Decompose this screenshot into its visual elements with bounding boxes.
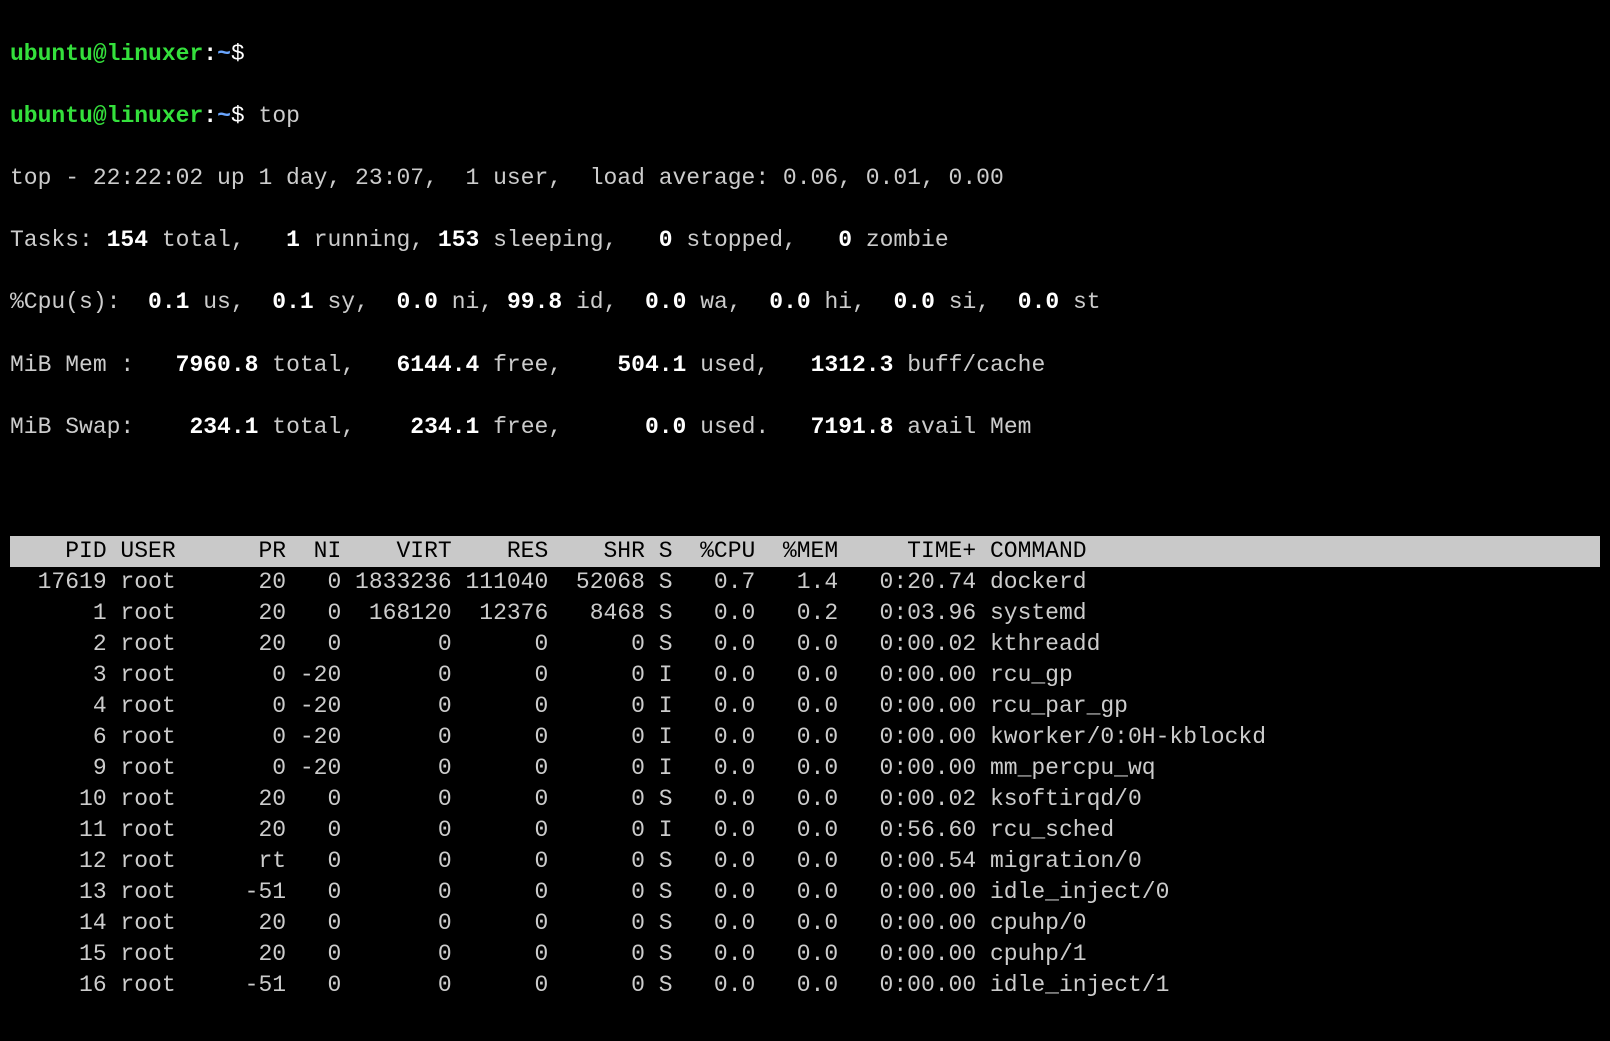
terminal[interactable]: ubuntu@linuxer:~$ ubuntu@linuxer:~$ top … [0,0,1610,1041]
cpu-ni: 0.0 [369,289,452,315]
top-mem-line: MiB Mem : 7960.8 total, 6144.4 free, 504… [10,350,1600,381]
tasks-total-label: total, [162,227,245,253]
swap-used-label: used. [700,414,769,440]
tasks-stopped-label: stopped, [686,227,796,253]
process-row[interactable]: 6 root 0 -20 0 0 0 I 0.0 0.0 0:00.00 kwo… [10,722,1600,753]
prompt-at: @ [93,41,107,67]
process-row[interactable]: 1 root 20 0 168120 12376 8468 S 0.0 0.2 … [10,598,1600,629]
mem-used: 504.1 [562,352,700,378]
process-row[interactable]: 4 root 0 -20 0 0 0 I 0.0 0.0 0:00.00 rcu… [10,691,1600,722]
swap-free: 234.1 [355,414,493,440]
prompt-dollar: $ [231,103,245,129]
cpu-st-label: st [1073,289,1101,315]
tasks-stopped: 0 [617,227,686,253]
mem-total-label: total, [272,352,355,378]
cpu-label: %Cpu(s): [10,289,120,315]
process-row[interactable]: 11 root 20 0 0 0 0 I 0.0 0.0 0:56.60 rcu… [10,815,1600,846]
process-row[interactable]: 12 root rt 0 0 0 0 S 0.0 0.0 0:00.54 mig… [10,846,1600,877]
swap-total-label: total, [272,414,355,440]
tasks-sleeping-label: sleeping, [493,227,617,253]
cpu-hi: 0.0 [742,289,825,315]
cpu-si-label: si, [949,289,990,315]
top-tasks-line: Tasks: 154 total, 1 running, 153 sleepin… [10,225,1600,256]
swap-used: 0.0 [562,414,700,440]
swap-avail-label: avail Mem [907,414,1031,440]
tasks-sleeping: 153 [424,227,493,253]
mem-used-label: used, [700,352,769,378]
process-row[interactable]: 17619 root 20 0 1833236 111040 52068 S 0… [10,567,1600,598]
swap-label: MiB Swap: [10,414,134,440]
prompt-user: ubuntu [10,41,93,67]
prompt-at: @ [93,103,107,129]
cpu-wa-label: wa, [700,289,741,315]
cpu-hi-label: hi, [825,289,866,315]
mem-buff: 1312.3 [769,352,907,378]
top-summary-line-1: top - 22:22:02 up 1 day, 23:07, 1 user, … [10,163,1600,194]
cpu-ni-label: ni, [452,289,493,315]
process-row[interactable]: 13 root -51 0 0 0 0 S 0.0 0.0 0:00.00 id… [10,877,1600,908]
prompt-path: ~ [217,103,231,129]
prompt-colon: : [203,103,217,129]
prompt-host: linuxer [107,103,204,129]
swap-total: 234.1 [134,414,272,440]
process-list[interactable]: 17619 root 20 0 1833236 111040 52068 S 0… [10,567,1600,1002]
mem-total: 7960.8 [134,352,272,378]
prompt-host: linuxer [107,41,204,67]
cpu-si: 0.0 [866,289,949,315]
mem-free: 6144.4 [355,352,493,378]
prompt-path: ~ [217,41,231,67]
top-column-header[interactable]: PID USER PR NI VIRT RES SHR S %CPU %MEM … [10,536,1600,567]
top-swap-line: MiB Swap: 234.1 total, 234.1 free, 0.0 u… [10,412,1600,443]
swap-avail: 7191.8 [769,414,907,440]
prompt-user: ubuntu [10,103,93,129]
cpu-st: 0.0 [990,289,1073,315]
process-row[interactable]: 9 root 0 -20 0 0 0 I 0.0 0.0 0:00.00 mm_… [10,753,1600,784]
process-row[interactable]: 10 root 20 0 0 0 0 S 0.0 0.0 0:00.02 kso… [10,784,1600,815]
mem-label: MiB Mem : [10,352,134,378]
cpu-sy-label: sy, [328,289,369,315]
blank-line [10,474,1600,505]
tasks-running-label: running, [314,227,424,253]
prompt-line-2: ubuntu@linuxer:~$ top [10,101,1600,132]
cpu-id: 99.8 [493,289,576,315]
prompt-dollar: $ [231,41,245,67]
tasks-running: 1 [245,227,314,253]
tasks-zombie-label: zombie [866,227,949,253]
top-cpu-line: %Cpu(s): 0.1 us, 0.1 sy, 0.0 ni, 99.8 id… [10,287,1600,318]
prompt-colon: : [203,41,217,67]
cpu-sy: 0.1 [245,289,328,315]
tasks-zombie: 0 [797,227,866,253]
tasks-total: 154 [93,227,162,253]
process-row[interactable]: 2 root 20 0 0 0 0 S 0.0 0.0 0:00.02 kthr… [10,629,1600,660]
tasks-label: Tasks: [10,227,93,253]
cpu-wa: 0.0 [617,289,700,315]
process-row[interactable]: 3 root 0 -20 0 0 0 I 0.0 0.0 0:00.00 rcu… [10,660,1600,691]
cpu-us: 0.1 [120,289,203,315]
mem-buff-label: buff/cache [907,352,1045,378]
swap-free-label: free, [493,414,562,440]
cpu-id-label: id, [576,289,617,315]
command-top: top [259,103,300,129]
process-row[interactable]: 15 root 20 0 0 0 0 S 0.0 0.0 0:00.00 cpu… [10,939,1600,970]
mem-free-label: free, [493,352,562,378]
process-row[interactable]: 16 root -51 0 0 0 0 S 0.0 0.0 0:00.00 id… [10,970,1600,1001]
cpu-us-label: us, [203,289,244,315]
process-row[interactable]: 14 root 20 0 0 0 0 S 0.0 0.0 0:00.00 cpu… [10,908,1600,939]
prompt-line-1: ubuntu@linuxer:~$ [10,39,1600,70]
